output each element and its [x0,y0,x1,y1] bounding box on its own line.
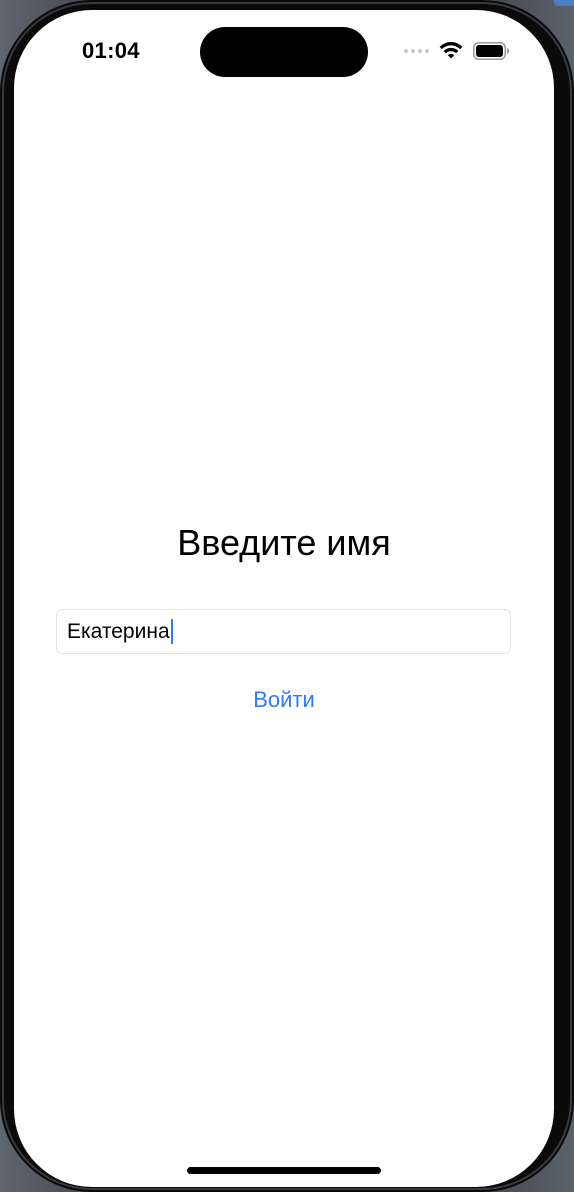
name-input[interactable]: Екатерина [56,609,511,654]
phone-screen: 01:04 Введите имя Екатерина Войти [14,10,554,1187]
home-indicator[interactable] [187,1167,381,1174]
phone-frame: 01:04 Введите имя Екатерина Войти [0,0,574,1192]
wifi-icon [439,42,463,60]
dynamic-island [200,27,368,77]
signal-dots-icon [404,49,429,53]
desktop-corner-accent [554,0,574,6]
name-input-value: Екатерина [67,619,170,643]
status-icons [404,40,510,62]
page-title: Введите имя [177,522,391,563]
status-time: 01:04 [82,38,140,63]
battery-icon [473,42,510,60]
text-caret [170,619,173,644]
login-button[interactable]: Войти [14,686,554,714]
